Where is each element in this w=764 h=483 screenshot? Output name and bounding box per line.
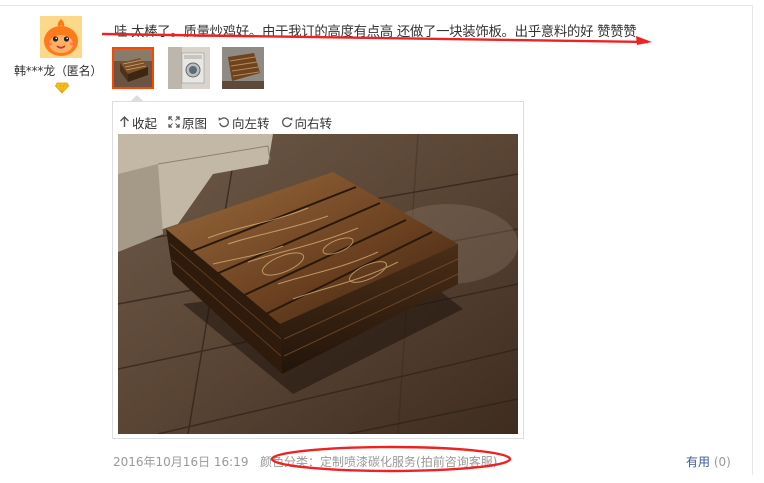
useful-button[interactable]: 有用 bbox=[686, 455, 710, 469]
original-image-label: 原图 bbox=[182, 115, 208, 131]
collapse-label: 收起 bbox=[132, 115, 158, 131]
annotation-arrow bbox=[101, 32, 652, 45]
review-date: 2016年10月16日 16:19 bbox=[113, 455, 249, 469]
review-photo bbox=[118, 134, 518, 434]
original-image-button[interactable]: 原图 bbox=[168, 113, 207, 132]
annotation-ellipse bbox=[270, 445, 512, 473]
useful-control[interactable]: 有用 (0) bbox=[686, 453, 731, 470]
thumb-wooden-box[interactable] bbox=[112, 47, 154, 89]
rotate-right-button[interactable]: 向右转 bbox=[281, 113, 333, 132]
arrow-up-icon bbox=[120, 116, 129, 127]
top-divider bbox=[0, 5, 752, 6]
vip-diamond-icon bbox=[55, 82, 69, 94]
rotate-right-label: 向右转 bbox=[294, 115, 333, 131]
reviewer-name: 韩***龙（匿名） bbox=[14, 64, 103, 78]
useful-count: (0) bbox=[713, 455, 731, 469]
viewer-toolbar: 收起 原图 向左转 向右转 bbox=[119, 113, 343, 132]
rotate-right-icon bbox=[281, 117, 292, 128]
right-divider bbox=[752, 5, 753, 475]
rotate-left-label: 向左转 bbox=[232, 115, 270, 131]
thumb-box-top[interactable] bbox=[222, 47, 264, 89]
avatar bbox=[40, 16, 82, 58]
rotate-left-button[interactable]: 向左转 bbox=[218, 113, 270, 132]
rotate-left-icon bbox=[218, 117, 229, 128]
expand-icon bbox=[168, 116, 180, 128]
thumb-washing-machine[interactable] bbox=[168, 47, 210, 89]
collapse-button[interactable]: 收起 bbox=[119, 113, 157, 132]
image-viewer: 收起 原图 向左转 向右转 bbox=[112, 101, 524, 439]
